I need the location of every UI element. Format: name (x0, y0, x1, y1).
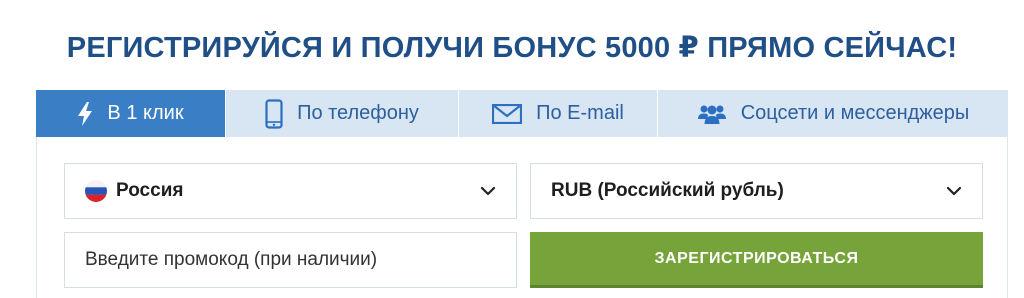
promo-code-field[interactable] (64, 232, 517, 288)
tab-social[interactable]: Соцсети и мессенджеры (658, 90, 1008, 137)
chevron-down-icon (946, 183, 962, 205)
tab-label: По E-mail (536, 102, 624, 124)
phone-icon (265, 98, 283, 129)
country-value: Россия (116, 180, 184, 201)
page-title: РЕГИСТРИРУЙСЯ И ПОЛУЧИ БОНУС 5000 ₽ ПРЯМ… (66, 32, 958, 64)
currency-select[interactable]: RUB (Российский рубль) (530, 163, 983, 219)
registration-widget: РЕГИСТРИРУЙСЯ И ПОЛУЧИ БОНУС 5000 ₽ ПРЯМ… (0, 0, 1024, 298)
promo-code-input[interactable] (85, 249, 505, 271)
tab-label: Соцсети и мессенджеры (740, 102, 970, 124)
russia-flag-icon (85, 180, 107, 202)
envelope-icon (492, 103, 523, 124)
tab-label: По телефону (297, 102, 419, 124)
tab-phone[interactable]: По телефону (226, 90, 459, 137)
currency-value: RUB (Российский рубль) (551, 180, 784, 201)
tab-one-click[interactable]: В 1 клик (36, 90, 226, 137)
tab-label: В 1 клик (107, 102, 184, 124)
lightning-icon (77, 101, 93, 126)
users-icon (697, 103, 727, 125)
registration-tabs: В 1 клик По телефону По E-mail Соцсети и… (36, 90, 1008, 137)
register-button[interactable]: ЗАРЕГИСТРИРОВАТЬСЯ (530, 232, 983, 288)
country-select[interactable]: Россия (64, 163, 517, 219)
tab-email[interactable]: По E-mail (459, 90, 658, 137)
chevron-down-icon (480, 183, 496, 205)
